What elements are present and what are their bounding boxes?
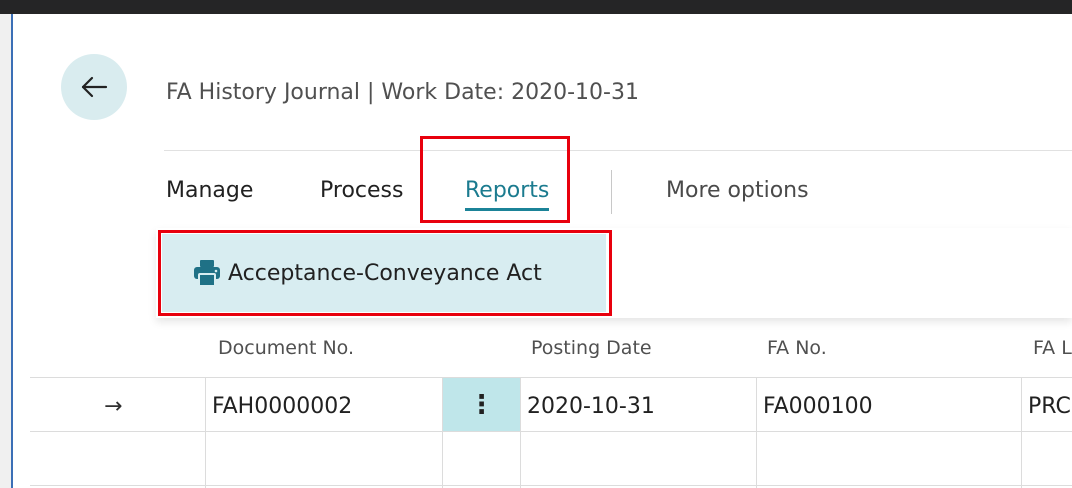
more-vertical-icon: ⋮ — [468, 389, 495, 420]
arrow-left-icon — [81, 76, 108, 98]
column-header-posting-date[interactable]: Posting Date — [531, 337, 652, 359]
cell-document-no[interactable]: FAH0000002 — [212, 394, 352, 419]
table-column-divider — [1021, 378, 1022, 488]
cell-fa-location[interactable]: PRC — [1028, 394, 1072, 419]
page-title: FA History Journal | Work Date: 2020-10-… — [166, 80, 639, 105]
tab-separator — [611, 170, 612, 214]
table-row-divider — [30, 485, 1072, 486]
column-header-fa-location[interactable]: FA L — [1033, 337, 1072, 359]
window-top-bar — [0, 0, 1072, 14]
tab-process[interactable]: Process — [320, 178, 403, 203]
action-highlight — [158, 230, 612, 316]
table-column-divider — [756, 378, 757, 488]
row-actions-button[interactable]: ⋮ — [443, 378, 520, 431]
window-left-frame — [0, 14, 13, 488]
table-column-divider — [205, 378, 206, 488]
current-row-indicator: → — [104, 394, 123, 419]
column-header-fa-no[interactable]: FA No. — [767, 337, 827, 359]
table-row-divider — [30, 431, 1072, 432]
table-column-divider — [520, 378, 521, 488]
cell-fa-no[interactable]: FA000100 — [763, 394, 873, 419]
cell-posting-date[interactable]: 2020-10-31 — [527, 394, 655, 419]
column-header-document-no[interactable]: Document No. — [218, 337, 354, 359]
tab-more-options[interactable]: More options — [666, 178, 809, 203]
header-divider — [164, 150, 1072, 151]
back-button[interactable] — [61, 54, 127, 120]
tab-manage[interactable]: Manage — [166, 178, 253, 203]
reports-tab-highlight — [420, 136, 570, 223]
table-border-top — [30, 377, 1072, 378]
